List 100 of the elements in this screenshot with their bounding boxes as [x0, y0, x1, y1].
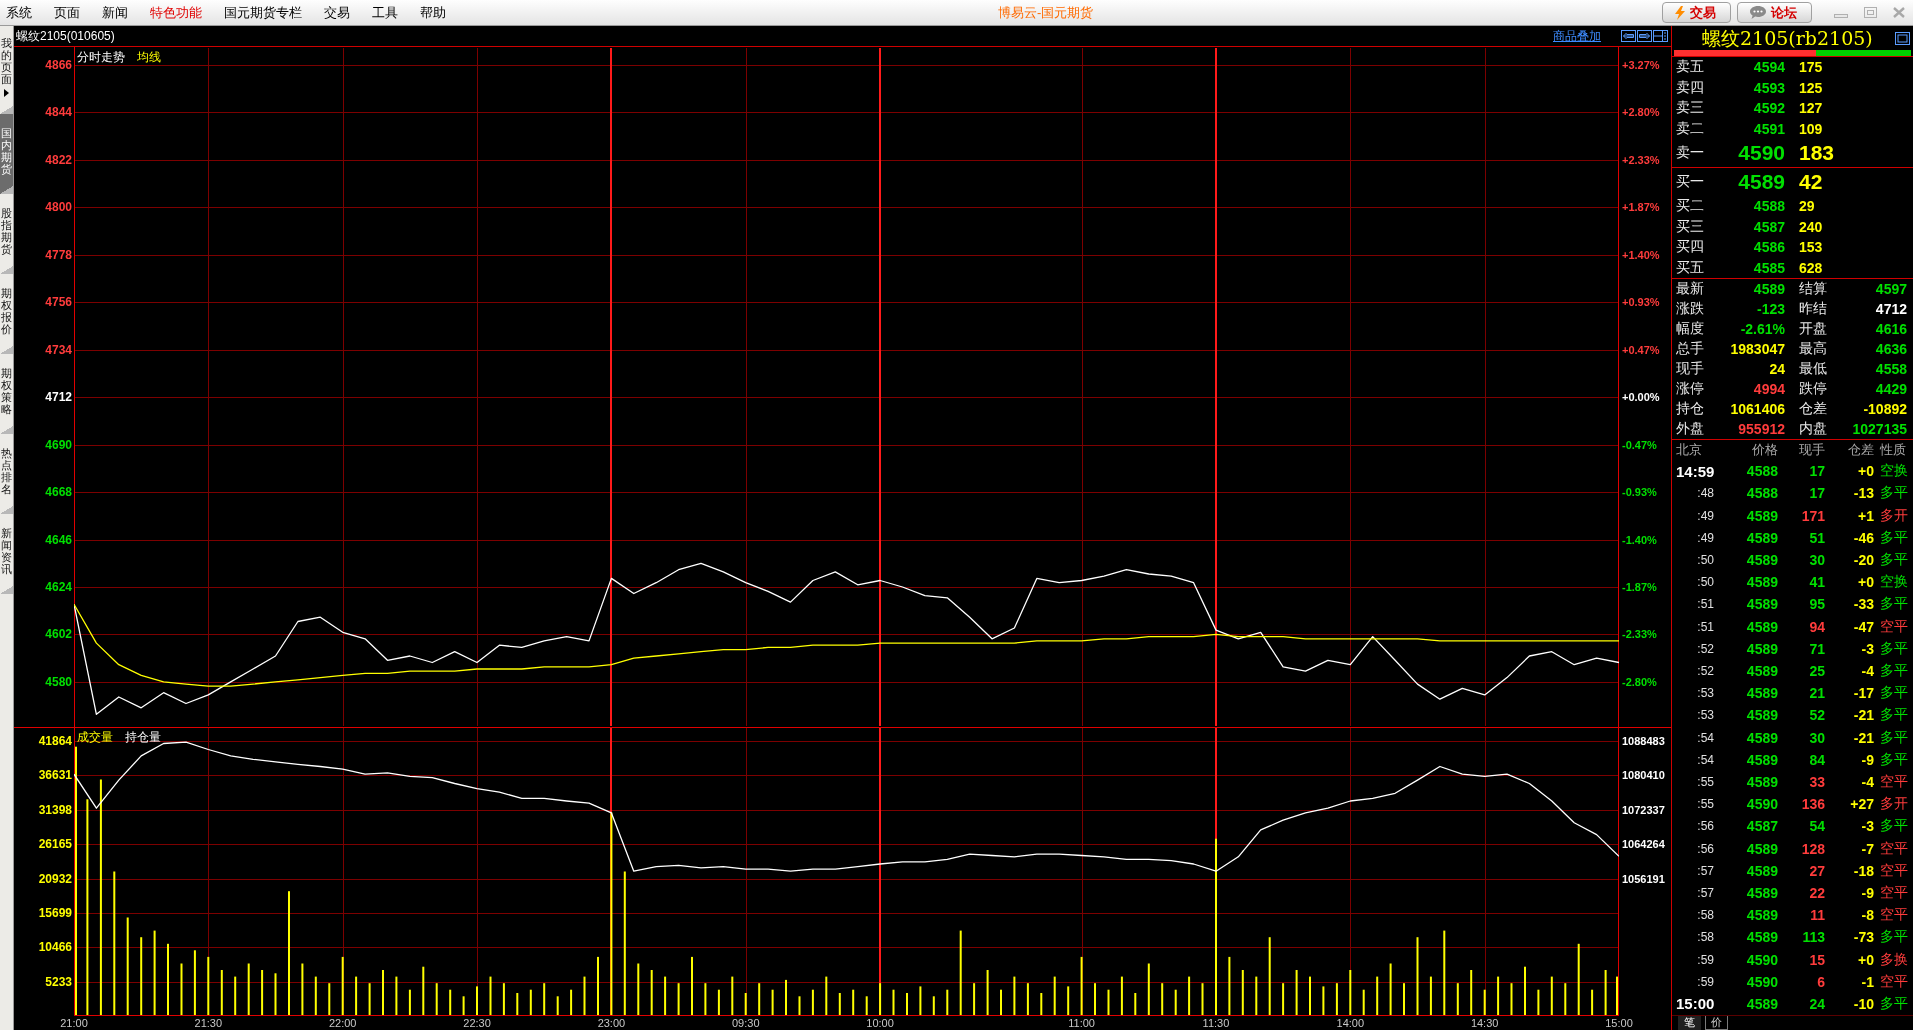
- trade-oi-change: -33: [1852, 596, 1874, 613]
- volume-axis-label: 15699: [38, 905, 72, 920]
- trade-volume: 51: [1808, 529, 1825, 546]
- trade-time: :55: [1696, 774, 1714, 789]
- trade-volume: 94: [1808, 618, 1825, 635]
- trade-type: 多平: [1880, 928, 1909, 947]
- trade-time: :51: [1696, 597, 1714, 612]
- price-axis-label: 4690: [45, 437, 72, 452]
- stat-label: 结算: [1799, 280, 1828, 298]
- stat-label: 最新: [1676, 280, 1705, 298]
- trade-volume: 171: [1800, 507, 1825, 524]
- stat-label: 最高: [1799, 340, 1828, 358]
- trade-volume: 41: [1808, 574, 1825, 591]
- order-label: 买一: [1676, 173, 1705, 191]
- trade-oi-change: -8: [1860, 907, 1874, 924]
- trade-volume: 33: [1808, 773, 1825, 790]
- trade-type: 多平: [1880, 661, 1909, 680]
- trade-time: :48: [1696, 486, 1714, 501]
- price-axis-label: 4822: [45, 152, 72, 167]
- time-axis-label: 15:00: [1605, 1016, 1633, 1030]
- trade-time: :59: [1696, 974, 1714, 989]
- trade-oi-change: -7: [1860, 840, 1874, 857]
- trade-time: :54: [1696, 730, 1714, 745]
- price-axis-label: 4668: [45, 485, 72, 500]
- percent-axis-label: +2.80%: [1622, 105, 1660, 120]
- time-axis-label: 11:00: [1068, 1016, 1095, 1030]
- trade-time: :55: [1696, 797, 1714, 812]
- stat-label: 最低: [1799, 360, 1828, 378]
- stat-value: 4597: [1874, 281, 1907, 297]
- trade-type: 空平: [1880, 906, 1909, 925]
- app-title: 博易云-国元期货: [998, 3, 1094, 22]
- order-label: 卖五: [1676, 58, 1705, 77]
- stat-label: 跌停: [1799, 380, 1828, 398]
- trade-time: :56: [1696, 841, 1714, 856]
- trade-time: :56: [1696, 819, 1714, 834]
- column-header: 性质: [1880, 441, 1907, 459]
- volume-axis-label: 5233: [45, 974, 72, 989]
- stat-value: 4994: [1752, 381, 1785, 397]
- open-interest-axis-label: 1064264: [1622, 837, 1665, 852]
- percent-axis-label: -0.47%: [1622, 437, 1657, 452]
- trade-volume: 52: [1808, 707, 1825, 724]
- ask-price: 4590: [1737, 141, 1785, 165]
- trade-price: 4589: [1745, 751, 1778, 768]
- bid-volume: 240: [1799, 218, 1823, 235]
- stat-value: -10892: [1862, 401, 1907, 417]
- chart-title: 螺纹2105(010605): [16, 27, 115, 45]
- time-axis-label: 09:30: [731, 1016, 760, 1030]
- stat-value: 1027135: [1851, 421, 1907, 437]
- trade-volume: 30: [1808, 729, 1825, 746]
- trade-price: 4589: [1745, 929, 1778, 946]
- trade-time: :49: [1696, 530, 1714, 545]
- trade-type: 多开: [1880, 506, 1909, 525]
- time-axis-label: 22:30: [463, 1016, 491, 1030]
- trade-price: 4590: [1745, 951, 1778, 968]
- order-label: 买三: [1676, 217, 1705, 236]
- trade-type: 多平: [1880, 994, 1909, 1013]
- ask-price: 4594: [1752, 59, 1785, 76]
- percent-axis-label: -0.93%: [1622, 485, 1657, 500]
- percent-axis-label: +0.47%: [1622, 342, 1660, 357]
- trade-time: :49: [1696, 508, 1714, 523]
- stat-value: 1983047: [1729, 341, 1785, 357]
- trade-volume: 22: [1808, 884, 1825, 901]
- order-label: 卖三: [1676, 99, 1705, 118]
- trade-time: :52: [1696, 663, 1714, 678]
- trade-volume: 17: [1808, 463, 1825, 480]
- trade-type: 空换: [1880, 573, 1909, 592]
- trade-price: 4589: [1745, 596, 1778, 613]
- trade-volume: 128: [1800, 840, 1825, 857]
- trade-oi-change: -20: [1852, 551, 1874, 568]
- trade-type: 多平: [1880, 728, 1909, 747]
- price-axis-label: 4756: [45, 295, 72, 310]
- ask-volume: 125: [1799, 79, 1823, 96]
- trade-volume: 11: [1809, 907, 1825, 924]
- trade-oi-change: -10: [1852, 995, 1874, 1012]
- price-axis-label: 4800: [45, 200, 72, 215]
- bid-price: 4585: [1752, 259, 1785, 276]
- stat-value: 4636: [1874, 341, 1907, 357]
- price-axis-label: 4646: [45, 532, 72, 547]
- stat-value: 4429: [1874, 381, 1907, 397]
- trade-time: :51: [1696, 619, 1714, 634]
- trade-oi-change: -17: [1852, 685, 1874, 702]
- trade-oi-change: -1: [1860, 973, 1874, 990]
- trade-volume: 17: [1808, 485, 1825, 502]
- time-axis-label: 22:00: [328, 1016, 357, 1030]
- trade-price: 4589: [1745, 662, 1778, 679]
- legend-label: 成交量: [77, 730, 113, 744]
- trade-time: :54: [1696, 752, 1714, 767]
- trade-type: 多平: [1880, 706, 1909, 725]
- trade-price: 4589: [1745, 773, 1778, 790]
- legend-label: 持仓量: [125, 730, 161, 744]
- trade-price: 4588: [1745, 463, 1778, 480]
- bid-volume: 628: [1799, 259, 1823, 276]
- percent-axis-label: +1.40%: [1622, 247, 1660, 262]
- trade-time: 14:59: [1676, 462, 1714, 480]
- order-label: 买二: [1676, 197, 1705, 216]
- stat-label: 外盘: [1676, 420, 1705, 438]
- trade-type: 多开: [1880, 795, 1909, 814]
- trade-time: 15:00: [1676, 995, 1714, 1013]
- stat-value: 4589: [1752, 281, 1785, 297]
- stat-value: 24: [1768, 361, 1785, 377]
